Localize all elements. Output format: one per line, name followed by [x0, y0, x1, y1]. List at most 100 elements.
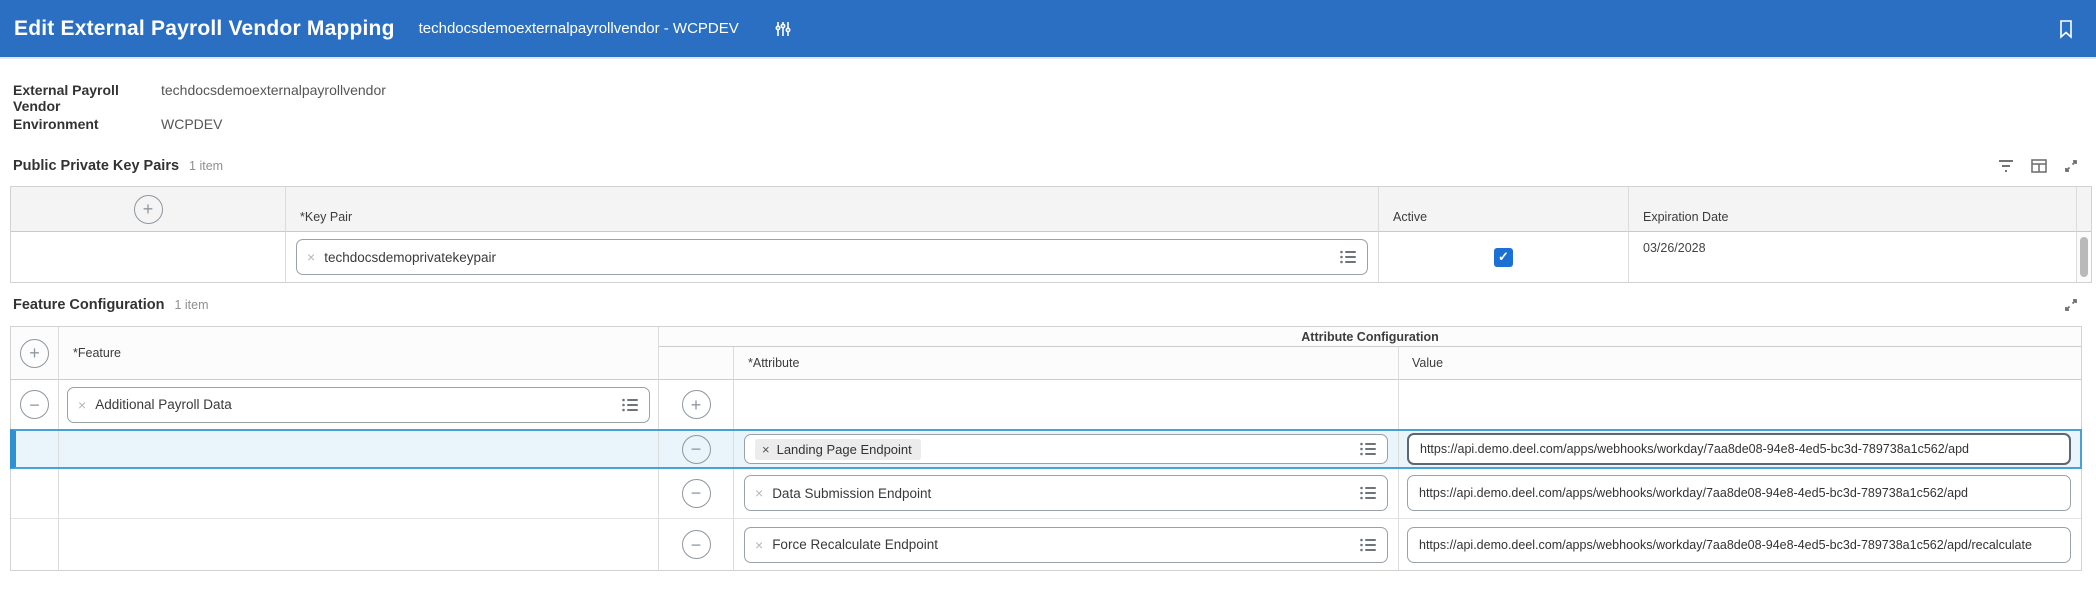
related-actions-icon[interactable] — [773, 19, 793, 39]
feature-configuration-table: + *Feature Attribute Configuration *Attr… — [10, 326, 2082, 571]
bookmark-icon[interactable] — [2056, 18, 2076, 40]
remove-attribute-row-button[interactable]: − — [681, 530, 711, 559]
value-input[interactable]: https://api.demo.deel.com/apps/webhooks/… — [1407, 433, 2071, 465]
vendor-field-row: External Payroll Vendor techdocsdemoexte… — [13, 82, 386, 114]
feature-config-section-header: Feature Configuration 1 item — [13, 297, 209, 313]
key-pairs-scrollbar-header-cell — [2077, 187, 2091, 232]
key-pair-column-header: *Key Pair — [286, 187, 1379, 232]
key-pairs-add-header-cell: + — [11, 187, 286, 232]
feature-cell: × Additional Payroll Data — [59, 380, 659, 430]
selected-row-feature-spacer — [59, 430, 659, 468]
attribute-input[interactable]: × Data Submission Endpoint — [744, 475, 1388, 511]
value-input[interactable]: https://api.demo.deel.com/apps/webhooks/… — [1407, 475, 2071, 511]
page-title: Edit External Payroll Vendor Mapping — [14, 16, 395, 40]
attribute-configuration-group-header: Attribute Configuration — [659, 327, 2081, 347]
attribute-row-action-cell: − — [659, 468, 734, 519]
clear-icon[interactable]: × — [307, 249, 315, 265]
expand-icon[interactable] — [2062, 296, 2080, 314]
scrollbar-thumb[interactable] — [2080, 237, 2088, 277]
active-checkbox[interactable]: ✓ — [1494, 247, 1513, 267]
expiration-date-column-header: Expiration Date — [1629, 187, 2077, 232]
add-key-pair-button[interactable]: + — [133, 194, 163, 224]
feature-config-section-title: Feature Configuration — [13, 297, 165, 313]
feature-row-action-cell: − — [11, 380, 59, 430]
check-icon: ✓ — [1498, 249, 1509, 264]
value-cell: https://api.demo.deel.com/apps/webhooks/… — [1399, 519, 2081, 570]
value-empty-cell — [1399, 380, 2081, 430]
remove-feature-row-button[interactable]: − — [20, 390, 49, 419]
key-pairs-toolbar — [1996, 157, 2080, 175]
attribute-cell: × Data Submission Endpoint — [734, 468, 1399, 519]
attribute-action-header-cell — [659, 347, 734, 380]
active-cell: ✓ — [1379, 232, 1629, 282]
feature-config-toolbar — [2062, 296, 2080, 314]
attribute-cell: × Force Recalculate Endpoint — [734, 519, 1399, 570]
attribute-add-cell: + — [659, 380, 734, 430]
feature-config-item-count: 1 item — [174, 298, 209, 312]
value-text: https://api.demo.deel.com/apps/webhooks/… — [1419, 486, 1968, 500]
attribute-row-action-cell: − — [659, 430, 734, 468]
expiration-date-cell: 03/26/2028 — [1629, 232, 2077, 282]
row-action-spacer — [11, 519, 59, 570]
row-feature-spacer — [59, 468, 659, 519]
value-cell: https://api.demo.deel.com/apps/webhooks/… — [1399, 430, 2081, 468]
add-feature-row-button[interactable]: + — [20, 338, 49, 368]
key-pairs-section-header: Public Private Key Pairs 1 item — [13, 158, 223, 174]
remove-attribute-row-button[interactable]: − — [681, 434, 711, 464]
attribute-chip[interactable]: × Landing Page Endpoint — [755, 438, 921, 460]
attribute-input[interactable]: × Force Recalculate Endpoint — [744, 526, 1388, 563]
attribute-empty-cell — [734, 380, 1399, 430]
value-text: https://api.demo.deel.com/apps/webhooks/… — [1419, 537, 2032, 552]
page-subtitle: techdocsdemoexternalpayrollvendor - WCPD… — [418, 20, 739, 37]
key-pair-row-action-cell — [11, 232, 286, 282]
prompt-icon[interactable] — [1339, 250, 1357, 264]
filter-icon[interactable] — [1996, 158, 2016, 174]
attribute-column-header: *Attribute — [734, 347, 1399, 380]
prompt-icon[interactable] — [1359, 442, 1377, 456]
row-feature-spacer — [59, 519, 659, 570]
environment-label: Environment — [13, 116, 99, 132]
active-column-header: Active — [1379, 187, 1629, 232]
environment-value: WCPDEV — [161, 116, 223, 132]
value-input[interactable]: https://api.demo.deel.com/apps/webhooks/… — [1407, 526, 2071, 563]
attribute-value: Force Recalculate Endpoint — [772, 537, 939, 552]
add-attribute-row-button[interactable]: + — [681, 390, 711, 419]
expand-icon[interactable] — [2062, 157, 2080, 175]
selected-row-action-spacer — [11, 430, 59, 468]
clear-icon[interactable]: × — [78, 397, 86, 413]
value-column-header: Value — [1399, 347, 2081, 380]
attribute-cell: × Landing Page Endpoint — [734, 430, 1399, 468]
row-action-spacer — [11, 468, 59, 519]
feature-input[interactable]: × Additional Payroll Data — [67, 386, 650, 423]
feature-value: Additional Payroll Data — [95, 397, 232, 412]
key-pairs-table: + *Key Pair Active Expiration Date × tec… — [10, 186, 2092, 283]
feature-add-header-cell: + — [11, 327, 59, 380]
prompt-icon[interactable] — [1359, 538, 1377, 552]
key-pairs-scrollbar[interactable] — [2077, 232, 2091, 282]
feature-column-header: *Feature — [59, 327, 659, 380]
vendor-value: techdocsdemoexternalpayrollvendor — [161, 82, 386, 98]
vendor-label: External Payroll Vendor — [13, 82, 119, 114]
attribute-row-action-cell: − — [659, 519, 734, 570]
clear-icon[interactable]: × — [755, 485, 763, 501]
page-header: Edit External Payroll Vendor Mapping tec… — [0, 0, 2096, 57]
environment-field-row: Environment WCPDEV — [13, 116, 222, 132]
clear-icon[interactable]: × — [755, 537, 763, 553]
value-text: https://api.demo.deel.com/apps/webhooks/… — [1420, 442, 1969, 456]
edit-external-payroll-vendor-mapping-page: Edit External Payroll Vendor Mapping tec… — [0, 0, 2096, 613]
key-pairs-section-title: Public Private Key Pairs — [13, 158, 180, 174]
prompt-icon[interactable] — [1359, 486, 1377, 500]
key-pair-value: techdocsdemoprivatekeypair — [324, 249, 497, 265]
remove-attribute-row-button[interactable]: − — [681, 478, 711, 508]
key-pairs-item-count: 1 item — [189, 159, 224, 173]
key-pair-input[interactable]: × techdocsdemoprivatekeypair — [296, 239, 1368, 275]
clear-icon[interactable]: × — [762, 442, 770, 457]
header-divider — [0, 57, 2096, 59]
prompt-icon[interactable] — [621, 398, 639, 412]
attribute-value: Data Submission Endpoint — [772, 485, 932, 501]
grid-view-icon[interactable] — [2030, 158, 2048, 174]
attribute-value: Landing Page Endpoint — [776, 441, 912, 457]
key-pair-cell: × techdocsdemoprivatekeypair — [286, 232, 1379, 282]
attribute-input[interactable]: × Landing Page Endpoint — [744, 434, 1388, 464]
value-cell: https://api.demo.deel.com/apps/webhooks/… — [1399, 468, 2081, 519]
